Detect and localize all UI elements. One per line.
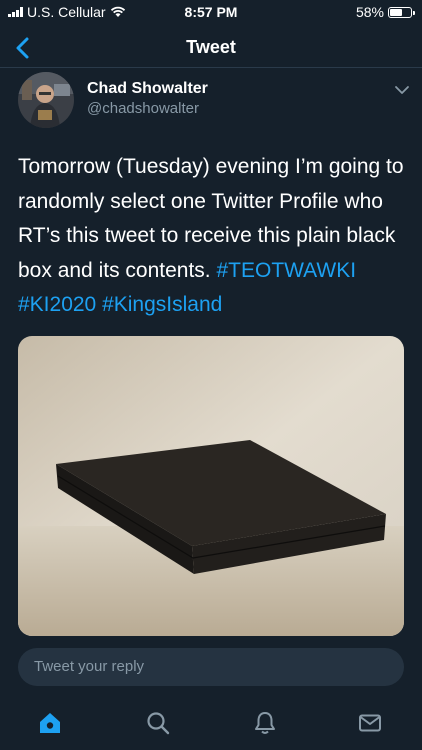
- page-title: Tweet: [186, 37, 236, 57]
- battery-icon: [388, 6, 415, 18]
- tweet-text: Tomorrow (Tuesday) evening I’m going to …: [18, 150, 410, 323]
- tweet-author: Chad Showalter @chadshowalter: [18, 72, 410, 128]
- bell-icon[interactable]: [252, 710, 278, 736]
- chevron-down-icon[interactable]: [394, 84, 410, 96]
- battery-percent: 58%: [355, 4, 384, 20]
- avatar[interactable]: [18, 72, 74, 128]
- author-handle[interactable]: @chadshowalter: [87, 100, 199, 117]
- tab-bar: [0, 698, 422, 750]
- status-right: 58%: [355, 4, 415, 20]
- reply-input[interactable]: Tweet your reply: [18, 648, 404, 686]
- mail-icon[interactable]: [357, 710, 383, 736]
- status-bar: U.S. Cellular 8:57 PM 58%: [0, 0, 422, 24]
- navigation-bar: Tweet: [0, 28, 422, 68]
- search-icon[interactable]: [145, 710, 171, 736]
- home-icon[interactable]: [37, 710, 63, 736]
- battery-fill: [390, 8, 402, 16]
- author-name[interactable]: Chad Showalter: [87, 80, 208, 98]
- photo-black-box: [18, 336, 404, 636]
- tweet-photo[interactable]: [18, 336, 404, 636]
- avatar-image: [18, 72, 74, 128]
- reply-placeholder: Tweet your reply: [34, 658, 145, 675]
